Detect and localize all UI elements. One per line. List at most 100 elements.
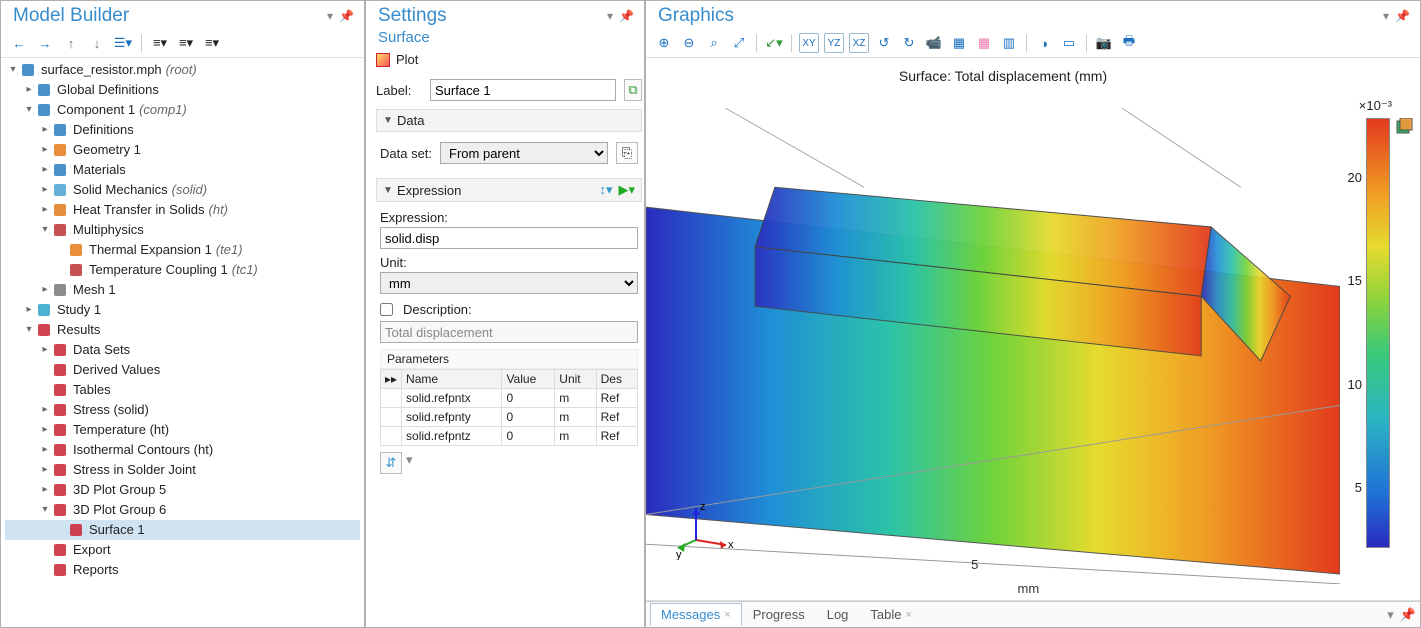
table-header[interactable]: Des [596, 370, 637, 389]
tree-node[interactable]: ▸Stress (solid) [5, 400, 360, 420]
tree-caret-icon[interactable]: ▸ [39, 180, 51, 200]
tree-node[interactable]: Reports [5, 560, 360, 580]
insert-expr-icon[interactable]: ▶▾ [618, 182, 635, 198]
dataset-select[interactable]: From parent [440, 142, 608, 164]
xy-view-icon[interactable]: XY [799, 33, 819, 53]
tree-node[interactable]: ▸Heat Transfer in Solids(ht) [5, 200, 360, 220]
rotate-cw-icon[interactable]: ↻ [899, 33, 919, 53]
table-row[interactable]: solid.refpntz0mRef [381, 427, 638, 446]
tree-node[interactable]: Export [5, 540, 360, 560]
tree-node[interactable]: ▾Results [5, 320, 360, 340]
zoom-box-icon[interactable]: ⌕ [704, 33, 724, 53]
tree-caret-icon[interactable]: ▸ [39, 420, 51, 440]
transparency-icon[interactable]: ▥ [999, 33, 1019, 53]
tree-node[interactable]: ▸Temperature (ht) [5, 420, 360, 440]
add-param-icon[interactable]: ⇵ [380, 452, 402, 474]
expression-section-header[interactable]: ▼ Expression ↕▾ ▶▾ [376, 178, 642, 202]
tree-caret-icon[interactable]: ▸ [39, 480, 51, 500]
zoom-extents-icon[interactable]: ⤢ [729, 33, 749, 53]
legend-toggle-icon[interactable] [1396, 118, 1414, 134]
forward-icon[interactable]: → [35, 33, 55, 53]
scene-light-icon[interactable]: ▦ [974, 33, 994, 53]
tree-caret-icon[interactable]: ▾ [7, 60, 19, 80]
tree-node[interactable]: ▾Component 1(comp1) [5, 100, 360, 120]
table-header[interactable]: Name [402, 370, 502, 389]
tree-caret-icon[interactable]: ▸ [23, 300, 35, 320]
tree-caret-icon[interactable]: ▸ [39, 200, 51, 220]
tree-caret-icon[interactable]: ▾ [39, 220, 51, 240]
tree-node[interactable]: Surface 1 [5, 520, 360, 540]
tree-caret-icon[interactable]: ▾ [23, 320, 35, 340]
tree-caret-icon[interactable]: ▸ [23, 80, 35, 100]
table-header[interactable]: Unit [555, 370, 596, 389]
tree-caret-icon[interactable]: ▸ [39, 160, 51, 180]
dropdown-caret-icon[interactable]: ▾ [406, 452, 413, 474]
tree-node[interactable]: Derived Values [5, 360, 360, 380]
expression-input[interactable] [380, 227, 638, 249]
table-row[interactable]: solid.refpnty0mRef [381, 408, 638, 427]
tab-log[interactable]: Log [816, 603, 860, 626]
tree-node[interactable]: ▸3D Plot Group 5 [5, 480, 360, 500]
up-icon[interactable]: ↑ [61, 33, 81, 53]
rotate-ccw-icon[interactable]: ↺ [874, 33, 894, 53]
table-header[interactable]: Value [502, 370, 555, 389]
down-icon[interactable]: ↓ [87, 33, 107, 53]
tree-node[interactable]: Thermal Expansion 1(te1) [5, 240, 360, 260]
tree-caret-icon[interactable]: ▸ [39, 460, 51, 480]
tree-node[interactable]: ▸Global Definitions [5, 80, 360, 100]
label-input[interactable] [430, 79, 616, 101]
tree-node[interactable]: ▸Study 1 [5, 300, 360, 320]
pin-icon[interactable]: 📌 [339, 9, 354, 23]
tree-caret-icon[interactable]: ▸ [39, 400, 51, 420]
menu-caret-icon[interactable]: ▾ [1383, 9, 1389, 23]
pin-icon[interactable]: 📌 [1395, 9, 1410, 23]
tree-node[interactable]: Temperature Coupling 1(tc1) [5, 260, 360, 280]
close-icon[interactable]: × [906, 609, 912, 621]
grid-icon[interactable]: ▦ [949, 33, 969, 53]
replace-expr-icon[interactable]: ↕▾ [599, 182, 612, 198]
select-icon[interactable]: ◑ [1034, 33, 1054, 53]
tree-node[interactable]: ▸Solid Mechanics(solid) [5, 180, 360, 200]
xz-view-icon[interactable]: XZ [849, 33, 869, 53]
close-icon[interactable]: × [724, 609, 730, 621]
back-icon[interactable]: ← [9, 33, 29, 53]
show-icon[interactable]: ☰▾ [113, 33, 133, 53]
tab-table[interactable]: Table× [859, 603, 923, 626]
tree-node[interactable]: ▾surface_resistor.mph(root) [5, 60, 360, 80]
tree-caret-icon[interactable]: ▸ [39, 440, 51, 460]
tabs-pin-icon[interactable]: 📌 [1400, 607, 1416, 623]
tree-caret-icon[interactable]: ▸ [39, 120, 51, 140]
tree-caret-icon[interactable]: ▸ [39, 340, 51, 360]
tree-caret-icon[interactable]: ▸ [39, 280, 51, 300]
menu-caret-icon[interactable]: ▾ [607, 9, 613, 23]
print-icon[interactable]: 🖶 [1119, 33, 1139, 53]
plot-icon[interactable] [376, 53, 390, 67]
tree-node[interactable]: ▾3D Plot Group 6 [5, 500, 360, 520]
collapse-icon[interactable]: ≡▾ [176, 33, 196, 53]
zoom-out-icon[interactable]: ⊖ [679, 33, 699, 53]
orbit-icon[interactable]: ↙▾ [764, 33, 784, 53]
tree-node[interactable]: ▾Multiphysics [5, 220, 360, 240]
tree-node[interactable]: ▸Geometry 1 [5, 140, 360, 160]
tree-caret-icon[interactable]: ▸ [39, 140, 51, 160]
data-section-header[interactable]: ▼ Data [376, 109, 642, 132]
plot-zone[interactable]: Surface: Total displacement (mm) [646, 58, 1420, 601]
tree-node[interactable]: ▸Stress in Solder Joint [5, 460, 360, 480]
zoom-in-icon[interactable]: ⊕ [654, 33, 674, 53]
plot-button[interactable]: Plot [396, 52, 418, 67]
goto-source-icon[interactable]: ⧉ [624, 79, 642, 101]
tree-node[interactable]: ▸Materials [5, 160, 360, 180]
tab-messages[interactable]: Messages× [650, 603, 742, 626]
dataset-link-icon[interactable]: ⎘ [616, 142, 638, 164]
yz-view-icon[interactable]: YZ [824, 33, 844, 53]
tree-node[interactable]: ▸Data Sets [5, 340, 360, 360]
tab-progress[interactable]: Progress [742, 603, 816, 626]
tree-node[interactable]: Tables [5, 380, 360, 400]
menu-caret-icon[interactable]: ▾ [327, 9, 333, 23]
parameters-table[interactable]: ▸▸NameValueUnitDessolid.refpntx0mRefsoli… [380, 369, 638, 446]
tree-node[interactable]: ▸Mesh 1 [5, 280, 360, 300]
expand-icon[interactable]: ≡▾ [150, 33, 170, 53]
tree-caret-icon[interactable]: ▾ [23, 100, 35, 120]
snapshot-icon[interactable]: 📷 [1094, 33, 1114, 53]
description-checkbox[interactable] [380, 303, 393, 316]
